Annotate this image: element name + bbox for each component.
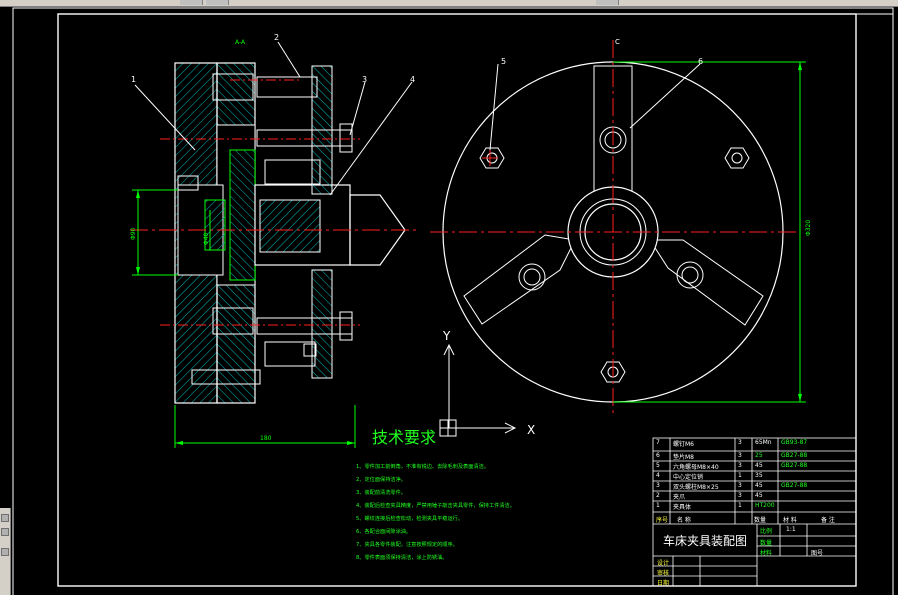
bom-cell-name: 夹爪	[673, 494, 686, 501]
bom-header-no: 序号	[656, 517, 669, 524]
bom-cell-qty: 1	[738, 502, 742, 509]
bom-cell-name: 中心定位销	[673, 474, 704, 481]
balloon-labels-left: 1 2 3 4	[131, 33, 415, 84]
bom-cell-mat: HT200	[755, 502, 775, 509]
tech-req-item: 8、零件表面须保持清洁，涂上防锈油。	[356, 553, 448, 561]
bom-cell-no: 5	[656, 462, 660, 469]
qty-label: 数量	[760, 540, 773, 547]
bom-cell-name: 螺钉M6	[673, 441, 694, 448]
tech-req-title: 技术要求	[372, 428, 436, 447]
bom-cell-qty: 3	[738, 482, 742, 489]
bom-row: 5 六角螺母M8×40 3 45 GB27-88	[653, 461, 856, 471]
bom-cell-no: 4	[656, 472, 660, 479]
bom-header-name: 名 称	[677, 517, 691, 524]
bom-cell-name: 六角螺母M8×40	[673, 464, 719, 471]
ucs-icon	[439, 343, 517, 437]
bom-header-mat: 材 料	[783, 517, 797, 524]
bom-row: 6 垫片M8 3 25 GB27-88	[653, 451, 856, 461]
bom-cell-mat: 35	[755, 472, 763, 479]
section-label: A-A	[235, 39, 246, 46]
bom-cell-name: 垫片M8	[673, 454, 694, 461]
bom-cell-no: 2	[656, 492, 660, 499]
bom-header-std: 备 注	[821, 517, 835, 524]
bom-cell-no: 1	[656, 502, 660, 509]
dim-bore-label: Φ40	[203, 232, 210, 245]
balloon-1: 1	[131, 75, 136, 84]
balloon-2: 2	[274, 33, 279, 42]
bom-cell-mat: 45	[755, 462, 763, 469]
bom-cell-qty: 3	[738, 452, 742, 459]
tech-req-item: 4、装配后检查夹具精度，严禁用锤子敲击夹具零件，保持工件清洁。	[356, 501, 515, 509]
bom-cell-qty: 3	[738, 439, 742, 446]
tech-req-item: 3、装配前清洗零件。	[356, 488, 406, 496]
section-view	[130, 41, 420, 448]
checker-label: 审核	[657, 570, 670, 577]
bom-row: 2 夹爪 3 45	[653, 491, 856, 501]
scale-value: 1:1	[786, 526, 796, 533]
bom-cell-mat: 45	[755, 482, 763, 489]
title-block: 车床夹具装配图 比例 1:1 数量 材料 图号 设计 审核 日期	[653, 524, 856, 587]
bom-cell-qty: 3	[738, 492, 742, 499]
dim-width-label: 180	[260, 435, 272, 442]
bom-cell-mat: 25	[755, 452, 763, 459]
center-mark-label: C	[615, 38, 620, 46]
tech-req-item: 6、各配合面间隙涂油。	[356, 527, 411, 535]
bom-cell-std: GB27-88	[781, 462, 808, 469]
bom-cell-no: 7	[656, 439, 660, 446]
date-label: 日期	[657, 580, 670, 587]
front-view	[430, 40, 806, 415]
bom-cell-name: 夹具体	[673, 504, 692, 511]
bom-cell-std: GB27-88	[781, 452, 808, 459]
bom-cell-mat: 65Mn	[755, 439, 772, 446]
bom-cell-qty: 1	[738, 472, 742, 479]
designer-label: 设计	[657, 560, 670, 567]
bom-row: 7 螺钉M6 3 65Mn GB93-87	[653, 438, 856, 448]
balloon-4: 4	[410, 75, 415, 84]
tech-req-item: 1、零件加工前倒角，不准有锐边、去除毛刺及表面清洁。	[356, 462, 489, 470]
dim-diameter-label: Φ320	[805, 220, 812, 236]
material-label: 材料	[760, 550, 773, 557]
bom-table: 7 螺钉M6 3 65Mn GB93-87 6 垫片M8 3 25 GB27-88 5 六角螺母M8×…	[653, 438, 856, 524]
bom-cell-no: 6	[656, 452, 660, 459]
bom-header-qty: 数量	[754, 517, 767, 524]
bom-row: 3 双头螺柱M8×25 3 45 GB27-88	[653, 481, 856, 491]
bom-cell-name: 双头螺柱M8×25	[673, 484, 719, 491]
dim-height-label: Φ90	[130, 227, 137, 240]
bom-cell-qty: 3	[738, 462, 742, 469]
scale-label: 比例	[760, 528, 773, 535]
bom-cell-no: 3	[656, 482, 660, 489]
bom-row: 1 夹具体 1 HT200	[653, 501, 856, 511]
bom-header-row: 序号 名 称 数量 材 料 备 注	[653, 514, 856, 524]
bom-cell-mat: 45	[755, 492, 763, 499]
ucs-y-label: Y	[442, 329, 451, 343]
balloon-5: 5	[501, 57, 506, 66]
bom-row: 4 中心定位销 1 35	[653, 471, 856, 481]
ucs-x-label: X	[527, 423, 535, 437]
drawing-title: 车床夹具装配图	[663, 534, 748, 548]
bom-cell-std: GB27-88	[781, 482, 808, 489]
tech-req-item: 2、定位面保持洁净。	[356, 475, 406, 483]
balloon-6: 6	[698, 57, 703, 66]
bom-cell-std: GB93-87	[781, 439, 808, 446]
balloon-3: 3	[362, 75, 367, 84]
tech-req-item: 5、螺纹连接后检查松动，检测夹具平稳运行。	[356, 514, 463, 522]
tech-req-list: 1、零件加工前倒角，不准有锐边、去除毛刺及表面清洁。 2、定位面保持洁净。 3、…	[356, 462, 515, 561]
tech-req-item: 7、夹具各零件装配，注意按照规定的顺序。	[356, 540, 458, 548]
sheet-label: 图号	[811, 550, 824, 557]
